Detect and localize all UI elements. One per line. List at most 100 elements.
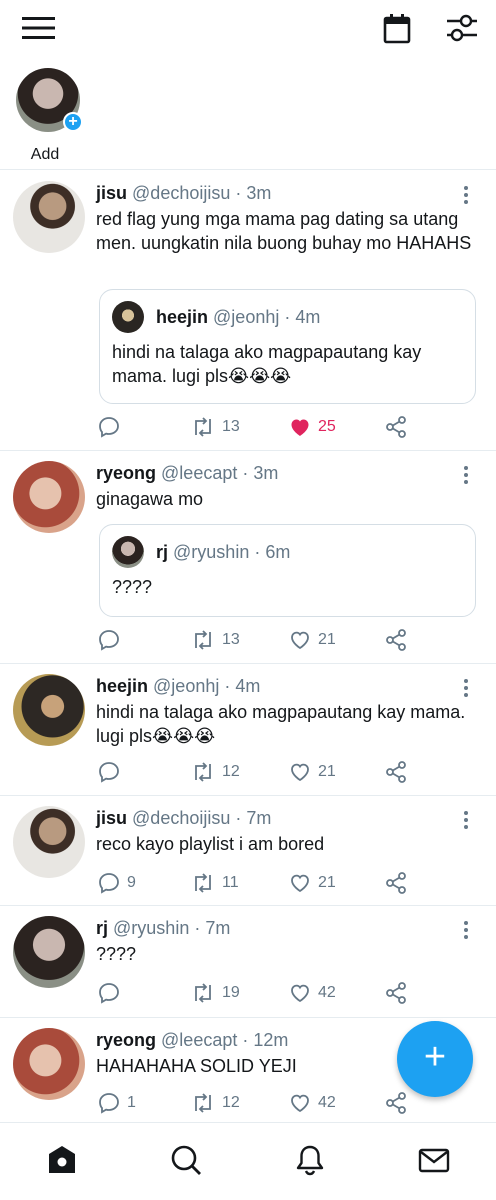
handle: @jeonhj xyxy=(153,676,220,696)
avatar[interactable] xyxy=(13,181,85,253)
plus-icon: + xyxy=(423,1036,447,1078)
quoted-tweet-text: hindi na talaga ako magpapautang kay mam… xyxy=(112,342,422,386)
display-name: heejin xyxy=(156,307,209,327)
handle: @dechoijisu xyxy=(132,183,231,203)
like-button[interactable]: 21 xyxy=(288,625,336,655)
handle: @leecapt xyxy=(161,1030,238,1050)
separator: · xyxy=(284,307,291,327)
timestamp: 3m xyxy=(253,463,279,483)
handle: @dechoijisu xyxy=(132,808,231,828)
share-button[interactable] xyxy=(384,412,408,442)
calendar-icon[interactable] xyxy=(381,12,413,44)
share-button[interactable] xyxy=(384,757,408,787)
timestamp: 6m xyxy=(265,542,291,562)
tweet-header: heejin @jeonhj · 4m xyxy=(96,676,260,697)
hamburger-icon[interactable] xyxy=(20,12,58,44)
quoted-tweet-header: rj @ryushin · 6m xyxy=(156,542,290,563)
display-name[interactable]: jisu xyxy=(96,808,127,828)
reply-count: 1 xyxy=(127,1094,136,1111)
retweet-count: 13 xyxy=(222,418,240,435)
like-button[interactable]: 42 xyxy=(288,978,336,1008)
heart-icon xyxy=(291,631,309,650)
retweet-button[interactable]: 11 xyxy=(190,868,239,898)
tweet[interactable]: heejin @jeonhj · 4m hindi na talaga ako … xyxy=(0,664,496,796)
reply-button[interactable] xyxy=(97,757,127,787)
avatar xyxy=(112,536,144,568)
like-button[interactable]: 42 xyxy=(288,1088,336,1118)
display-name[interactable]: rj xyxy=(96,918,108,938)
compose-button[interactable]: + xyxy=(397,1021,473,1097)
share-icon xyxy=(386,982,406,1004)
like-count: 21 xyxy=(318,874,336,891)
sliders-icon[interactable] xyxy=(444,12,480,44)
handle: @jeonhj xyxy=(213,307,280,327)
tweet-header: ryeong @leecapt · 3m xyxy=(96,463,278,484)
more-options-icon[interactable] xyxy=(460,810,472,830)
separator: · xyxy=(242,1030,249,1050)
mail-icon[interactable] xyxy=(417,1143,451,1177)
reply-button[interactable] xyxy=(97,978,127,1008)
tweet[interactable]: rj @ryushin · 7m ???? 19 42 xyxy=(0,906,496,1018)
more-options-icon[interactable] xyxy=(460,465,472,485)
home-icon[interactable] xyxy=(45,1143,79,1177)
tweet[interactable]: jisu @dechoijisu · 7m reco kayo playlist… xyxy=(0,796,496,906)
reply-count: 9 xyxy=(127,874,136,891)
retweet-icon xyxy=(195,873,211,893)
avatar xyxy=(112,301,144,333)
retweet-button[interactable]: 13 xyxy=(190,625,240,655)
display-name[interactable]: jisu xyxy=(96,183,127,203)
tweet[interactable]: ryeong @leecapt · 3m ginagawa mo rj @ryu… xyxy=(0,451,496,664)
handle: @leecapt xyxy=(161,463,238,483)
more-options-icon[interactable] xyxy=(460,678,472,698)
tweet[interactable]: jisu @dechoijisu · 3m red flag yung mga … xyxy=(0,171,496,451)
like-count: 25 xyxy=(318,418,336,435)
reply-icon xyxy=(99,762,119,783)
reply-button[interactable]: 9 xyxy=(97,868,136,898)
share-button[interactable] xyxy=(384,1088,408,1118)
retweet-button[interactable]: 12 xyxy=(190,757,240,787)
tweet-text: ginagawa mo xyxy=(96,489,204,509)
search-icon[interactable] xyxy=(169,1143,203,1177)
reply-button[interactable]: 1 xyxy=(97,1088,136,1118)
tweet-text: reco kayo playlist i am bored xyxy=(96,834,325,854)
reply-button[interactable] xyxy=(97,625,127,655)
display-name[interactable]: heejin xyxy=(96,676,148,696)
heart-icon xyxy=(291,763,309,782)
like-button[interactable]: 21 xyxy=(288,868,336,898)
reply-icon xyxy=(99,630,119,651)
avatar[interactable] xyxy=(13,461,85,533)
quoted-tweet[interactable]: heejin @jeonhj · 4m hindi na talaga ako … xyxy=(99,289,476,404)
timestamp: 7m xyxy=(205,918,231,938)
reply-icon xyxy=(99,417,119,438)
tweet-actions: 19 42 xyxy=(0,978,496,1008)
share-icon xyxy=(386,416,406,438)
more-options-icon[interactable] xyxy=(460,185,472,205)
retweet-count: 19 xyxy=(222,984,240,1001)
separator: · xyxy=(194,918,201,938)
share-button[interactable] xyxy=(384,868,408,898)
separator: · xyxy=(235,183,242,203)
bell-icon[interactable] xyxy=(293,1143,327,1177)
like-button[interactable]: 25 xyxy=(288,412,336,442)
share-button[interactable] xyxy=(384,625,408,655)
retweet-button[interactable]: 13 xyxy=(190,412,240,442)
retweet-button[interactable]: 12 xyxy=(190,1088,240,1118)
more-options-icon[interactable] xyxy=(460,920,472,940)
retweet-button[interactable]: 19 xyxy=(190,978,240,1008)
tweet-header: rj @ryushin · 7m xyxy=(96,918,230,939)
timestamp: 12m xyxy=(253,1030,289,1050)
add-story[interactable]: + Add xyxy=(16,68,83,163)
share-button[interactable] xyxy=(384,978,408,1008)
quoted-tweet-header: heejin @jeonhj · 4m xyxy=(156,307,320,328)
display-name[interactable]: ryeong xyxy=(96,1030,156,1050)
like-button[interactable]: 21 xyxy=(288,757,336,787)
retweet-count: 13 xyxy=(222,631,240,648)
avatar[interactable] xyxy=(13,674,85,746)
quoted-tweet[interactable]: rj @ryushin · 6m ???? xyxy=(99,524,476,617)
share-icon xyxy=(386,761,406,783)
add-story-plus-icon[interactable]: + xyxy=(63,112,83,132)
retweet-icon xyxy=(195,630,211,650)
reply-button[interactable] xyxy=(97,412,127,442)
separator: · xyxy=(235,808,242,828)
display-name[interactable]: ryeong xyxy=(96,463,156,483)
